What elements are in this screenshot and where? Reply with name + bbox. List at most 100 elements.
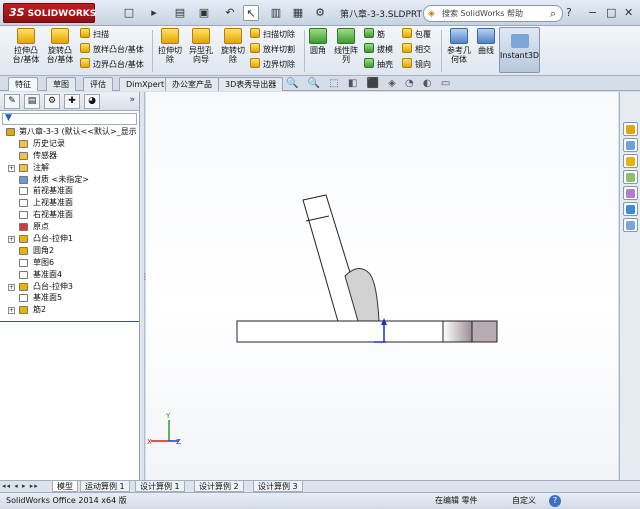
rib-button[interactable]: 筋	[364, 28, 385, 41]
search-help-input[interactable]: ◈ 搜索 SolidWorks 帮助 ⌕	[423, 5, 563, 22]
tree-filter-input[interactable]: ▼	[2, 113, 137, 125]
rebuild-icon[interactable]: ▥	[268, 5, 284, 21]
tree-node[interactable]: 基准面5	[0, 292, 139, 304]
tree-node[interactable]: 传感器	[0, 150, 139, 162]
tab-design-study-2[interactable]: 设计算例 2	[194, 481, 244, 492]
help-icon[interactable]: ?	[566, 6, 572, 19]
tab-features[interactable]: 特征	[8, 77, 38, 91]
tree-node[interactable]: 第八章-3-3 (默认<<默认>_显示	[0, 126, 139, 138]
boundary-boss-button[interactable]: 边界凸台/基体	[80, 58, 144, 71]
instant3d-button[interactable]: Instant3D	[499, 27, 540, 73]
tab-model[interactable]: 模型	[52, 481, 78, 492]
task-pane-button-view-palette[interactable]	[623, 186, 638, 200]
swept-cut-button[interactable]: 扫描切除	[250, 28, 295, 41]
solidworks-logo[interactable]: 3S SOLIDWORKS	[3, 3, 96, 23]
task-pane-button-search[interactable]	[623, 170, 638, 184]
tab-3d-exporter[interactable]: 3D表秀导出器	[218, 77, 284, 91]
minimize-button[interactable]: −	[588, 6, 597, 19]
tree-node[interactable]: 基准面4	[0, 269, 139, 281]
fillet-feature-icon	[19, 246, 28, 255]
curves-button[interactable]: 曲线	[475, 28, 497, 55]
task-pane-button-properties[interactable]	[623, 218, 638, 232]
tree-node[interactable]: 右视基准面	[0, 209, 139, 221]
reference-geometry-button[interactable]: 参考几 何体	[444, 28, 474, 64]
title-bar: 3S SOLIDWORKS □ ▸ ▤ ▣ ↶ ↖ ▥ ▦ ⚙ 第八章-3-3.S…	[0, 0, 640, 26]
tree-node-label: 凸台-拉伸1	[33, 234, 73, 244]
revolve-boss-button[interactable]: 旋转凸 台/基体	[44, 28, 76, 64]
tab-evaluate[interactable]: 评估	[83, 77, 113, 91]
mirror-button[interactable]: 镜向	[402, 58, 431, 71]
tree-node[interactable]: + 凸台-拉伸1	[0, 233, 139, 245]
property-manager-tab-icon[interactable]: ▤	[24, 94, 40, 109]
tree-node[interactable]: 上视基准面	[0, 197, 139, 209]
tree-node[interactable]: + 凸台-拉伸3	[0, 281, 139, 293]
save-icon[interactable]: ▤	[172, 5, 188, 21]
revolve-boss-icon	[51, 28, 69, 44]
sweep-button[interactable]: 扫描	[80, 28, 109, 41]
extrude-cut-button[interactable]: 拉伸切 除	[155, 28, 185, 64]
tree-node[interactable]: + 注解	[0, 162, 139, 174]
tree-node[interactable]: 前视基准面	[0, 185, 139, 197]
loft-button[interactable]: 放样凸台/基体	[80, 43, 144, 56]
status-help-icon[interactable]: ?	[549, 495, 561, 507]
tab-sketch[interactable]: 草图	[46, 77, 76, 91]
expand-toggle-icon[interactable]: +	[8, 307, 15, 315]
graphics-area[interactable]: Y X Z	[146, 92, 618, 480]
select-icon[interactable]: ↖	[243, 5, 259, 21]
search-icon[interactable]: ⌕	[550, 6, 556, 21]
undo-icon[interactable]: ↶	[222, 5, 238, 21]
tab-office-products[interactable]: 办公室产品	[165, 77, 219, 91]
fillet-button[interactable]: 圆角	[306, 28, 330, 55]
task-pane-button-library[interactable]	[623, 138, 638, 152]
tree-node[interactable]: + 筋2	[0, 304, 139, 316]
tree-node[interactable]: 历史记录	[0, 138, 139, 150]
wrap-button[interactable]: 包覆	[402, 28, 431, 41]
options-icon[interactable]: ⚙	[312, 5, 328, 21]
heads-up-view-toolbar[interactable]: 🔍 🔍 ⬚ ◧ ⬛ ◈ ◔ ◐ ▭	[286, 77, 453, 91]
dimxpert-manager-tab-icon[interactable]: ✚	[64, 94, 80, 109]
tree-node[interactable]: 草图6	[0, 257, 139, 269]
file-properties-icon[interactable]: ▦	[290, 5, 306, 21]
task-pane-button-appearances[interactable]	[623, 202, 638, 216]
draft-button[interactable]: 拔模	[364, 43, 393, 56]
configuration-manager-tab-icon[interactable]: ⚙	[44, 94, 60, 109]
close-button[interactable]: ✕	[624, 6, 633, 19]
shell-button[interactable]: 抽壳	[364, 58, 393, 71]
linear-pattern-button[interactable]: 线性阵 列	[331, 28, 361, 64]
ds-logo-icon: 3S	[9, 6, 25, 19]
print-icon[interactable]: ▣	[196, 5, 212, 21]
new-file-icon[interactable]: □	[121, 5, 137, 21]
status-custom[interactable]: 自定义	[512, 493, 536, 509]
tree-node[interactable]: 材质 <未指定>	[0, 174, 139, 186]
loft-label: 放样凸台/基体	[93, 45, 144, 54]
tab-dimxpert[interactable]: DimXpert	[119, 77, 172, 91]
revolve-cut-button[interactable]: 旋转切 除	[218, 28, 248, 64]
model-viewport[interactable]: Y X Z	[146, 92, 618, 480]
tab-design-study-3[interactable]: 设计算例 3	[253, 481, 303, 492]
boundary-cut-button[interactable]: 边界切除	[250, 58, 295, 71]
display-manager-tab-icon[interactable]: ◕	[84, 94, 100, 109]
hole-wizard-button[interactable]: 异型孔 向导	[186, 28, 216, 64]
expand-toggle-icon[interactable]: +	[8, 236, 15, 244]
rollback-bar[interactable]	[0, 321, 139, 322]
expand-toggle-icon[interactable]: +	[8, 283, 15, 291]
intersect-button[interactable]: 相交	[402, 43, 431, 56]
task-pane-button-resources[interactable]	[623, 122, 638, 136]
ribbon-divider	[152, 30, 153, 72]
tree-node[interactable]: 圆角2	[0, 245, 139, 257]
task-pane-button-explorer[interactable]	[623, 154, 638, 168]
open-file-icon[interactable]: ▸	[146, 5, 162, 21]
panel-splitter[interactable]: ⋮	[140, 92, 149, 480]
history-icon	[19, 139, 28, 148]
extrude-boss-button[interactable]: 拉伸凸 台/基体	[8, 28, 44, 64]
tab-navigation-arrows[interactable]: ◂◂ ◂ ▸ ▸▸	[2, 481, 39, 492]
boundary-boss-icon	[80, 58, 90, 68]
panel-expand-icon[interactable]: »	[129, 95, 135, 105]
tree-node[interactable]: 原点	[0, 221, 139, 233]
feature-manager-tab-icon[interactable]: ✎	[4, 94, 20, 109]
expand-toggle-icon[interactable]: +	[8, 164, 15, 172]
tab-design-study-1[interactable]: 设计算例 1	[135, 481, 185, 492]
tab-motion-study-1[interactable]: 运动算例 1	[80, 481, 130, 492]
maximize-button[interactable]: □	[606, 6, 616, 19]
lofted-cut-button[interactable]: 放样切割	[250, 43, 295, 56]
